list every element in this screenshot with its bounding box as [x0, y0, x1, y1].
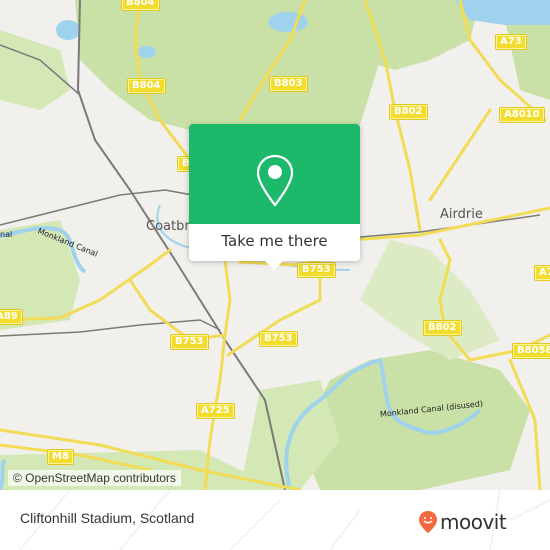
road-a725-north	[223, 258, 232, 337]
road-label-a89: A89	[0, 309, 23, 325]
road-label-a73: A73	[495, 34, 527, 50]
road-label-b803: B803	[269, 76, 308, 92]
forest-area-west	[0, 30, 70, 110]
forest-area-east	[360, 240, 500, 360]
road-label-b802-north: B802	[389, 104, 428, 120]
road-label-a8010: A8010	[499, 107, 545, 123]
road-label-a725: A725	[196, 403, 235, 419]
road-label-b753-west: B753	[170, 334, 209, 350]
location-title: Cliftonhill Stadium, Scotland	[20, 510, 195, 526]
forest-area-south	[300, 350, 530, 490]
road-label-a7: A7	[534, 265, 550, 281]
road-b753-west	[128, 278, 227, 342]
road-label-m8: M8	[47, 449, 74, 465]
take-me-there-popup[interactable]: Take me there	[189, 124, 360, 270]
road-label-b753-mid: B753	[259, 331, 298, 347]
water-loch	[268, 12, 308, 32]
road-label-b8058: B8058	[511, 343, 550, 359]
take-me-there-button[interactable]: Take me there	[189, 224, 360, 261]
moovit-logo[interactable]: moovit	[418, 510, 507, 534]
moovit-wordmark: moovit	[440, 510, 507, 534]
road-label-b804-top: B804	[121, 0, 160, 11]
map-pin-icon	[256, 154, 294, 207]
place-label-airdrie: Airdrie	[440, 207, 483, 222]
water-label-canal-partial: nal	[0, 230, 13, 239]
forest-area-north	[75, 0, 380, 140]
road-a8010	[428, 108, 492, 202]
map-view[interactable]: Coatbri Airdrie B804 B804 B803 B802 A73 …	[0, 0, 550, 490]
popup-pointer	[265, 261, 283, 270]
road-label-b753-east: B753	[297, 262, 336, 278]
popup-header	[189, 124, 360, 224]
osm-attribution[interactable]: © OpenStreetMap contributors	[8, 470, 181, 486]
moovit-smiley-pin-icon	[419, 511, 437, 533]
place-label-coatbridge: Coatbri	[146, 219, 194, 234]
water-pond-1	[56, 20, 80, 40]
water-pond-2	[138, 46, 156, 58]
road-label-b802-south: B802	[423, 320, 462, 336]
road-label-b804: B804	[127, 78, 166, 94]
